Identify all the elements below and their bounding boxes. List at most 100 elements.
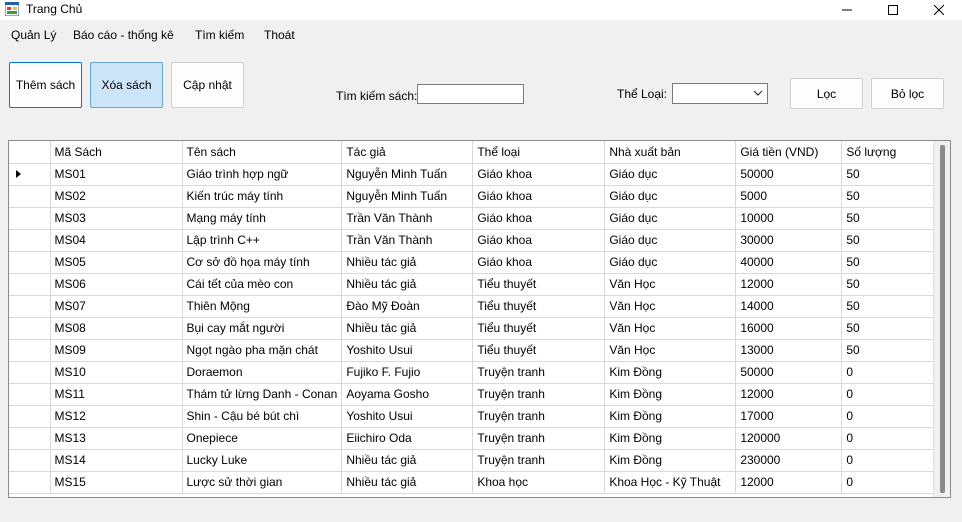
table-cell[interactable]: Kiến trúc máy tính — [182, 185, 343, 208]
table-cell[interactable]: Kim Đồng — [604, 427, 737, 450]
column-header-tac-gia[interactable]: Tác giả — [341, 141, 474, 164]
table-row[interactable]: MS12 Shin - Cậu bé bút chì Yoshito Usui Tru… — [9, 405, 936, 428]
row-header[interactable] — [9, 383, 51, 406]
table-cell[interactable]: Giáo khoa — [472, 229, 606, 252]
scrollbar-thumb[interactable] — [940, 145, 945, 493]
title-bar[interactable]: Trang Chủ — [0, 0, 962, 20]
menu-quan-ly[interactable]: Quản Lý — [11, 28, 56, 42]
table-cell[interactable]: Nhiều tác giả — [341, 273, 474, 296]
table-cell[interactable]: Truyện tranh — [472, 405, 606, 428]
table-cell[interactable]: Trần Văn Thành — [341, 207, 474, 230]
table-cell[interactable]: 50 — [841, 207, 936, 230]
table-cell[interactable]: MS13 — [50, 427, 183, 450]
table-cell[interactable]: 230000 — [735, 449, 843, 472]
table-cell[interactable]: Văn Học — [604, 295, 737, 318]
table-cell[interactable]: MS12 — [50, 405, 183, 428]
table-cell[interactable]: Giáo dục — [604, 207, 737, 230]
menu-tim-kiem[interactable]: Tìm kiếm — [195, 28, 244, 42]
table-cell[interactable]: 50000 — [735, 361, 843, 384]
menu-thoat[interactable]: Thoát — [264, 28, 295, 42]
table-row[interactable]: MS06 Cái tết của mèo con Nhiều tác giả Tiểu… — [9, 273, 936, 296]
table-cell[interactable]: 50 — [841, 273, 936, 296]
table-cell[interactable]: Ngọt ngào pha mặn chát — [182, 339, 343, 362]
row-header[interactable] — [9, 163, 51, 186]
column-header-the-loai[interactable]: Thể loại — [472, 141, 606, 164]
table-cell[interactable]: 10000 — [735, 207, 843, 230]
table-cell[interactable]: Giáo khoa — [472, 185, 606, 208]
table-cell[interactable]: 12000 — [735, 383, 843, 406]
row-header[interactable] — [9, 427, 51, 450]
table-cell[interactable]: Nhiều tác giả — [341, 251, 474, 274]
category-select[interactable] — [672, 83, 768, 104]
table-cell[interactable]: Lucky Luke — [182, 449, 343, 472]
table-row[interactable]: MS01 Giáo trình hợp ngữ Nguyễn Minh Tuấn Gi… — [9, 163, 936, 186]
table-cell[interactable]: 0 — [841, 361, 936, 384]
table-row[interactable]: MS04 Lập trình C++ Trần Văn Thành Giáo khoa… — [9, 229, 936, 252]
table-row[interactable]: MS08 Bụi cay mắt người Nhiều tác giả Tiểu t… — [9, 317, 936, 340]
table-cell[interactable]: Cơ sở đồ họa máy tính — [182, 251, 343, 274]
table-cell[interactable]: MS09 — [50, 339, 183, 362]
column-header-ma-sach[interactable]: Mã Sách — [50, 141, 183, 164]
table-cell[interactable]: 12000 — [735, 273, 843, 296]
table-cell[interactable]: Tiểu thuyết — [472, 339, 606, 362]
column-header-nha-xuat-ban[interactable]: Nhà xuất bản — [604, 141, 737, 164]
row-header[interactable] — [9, 339, 51, 362]
table-cell[interactable]: Truyện tranh — [472, 449, 606, 472]
table-cell[interactable]: 50 — [841, 339, 936, 362]
table-cell[interactable]: Mạng máy tính — [182, 207, 343, 230]
table-cell[interactable]: 0 — [841, 427, 936, 450]
table-cell[interactable]: 13000 — [735, 339, 843, 362]
table-row[interactable]: MS02 Kiến trúc máy tính Nguyễn Minh Tuấn Gi… — [9, 185, 936, 208]
table-cell[interactable]: Nguyễn Minh Tuấn — [341, 163, 474, 186]
table-cell[interactable]: 50 — [841, 163, 936, 186]
books-data-grid[interactable]: Mã Sách Tên sách Tác giả Thể loại Nhà xu… — [8, 140, 951, 498]
table-cell[interactable]: MS15 — [50, 471, 183, 494]
table-cell[interactable]: MS07 — [50, 295, 183, 318]
table-cell[interactable]: 0 — [841, 449, 936, 472]
table-cell[interactable]: 50 — [841, 251, 936, 274]
table-cell[interactable]: Văn Học — [604, 273, 737, 296]
table-cell[interactable]: MS11 — [50, 383, 183, 406]
search-input[interactable] — [417, 84, 524, 104]
column-header-ten-sach[interactable]: Tên sách — [182, 141, 343, 164]
table-cell[interactable]: Giáo khoa — [472, 163, 606, 186]
table-cell[interactable]: Trần Văn Thành — [341, 229, 474, 252]
table-cell[interactable]: 0 — [841, 471, 936, 494]
table-cell[interactable]: Giáo dục — [604, 163, 737, 186]
table-cell[interactable]: Tiểu thuyết — [472, 295, 606, 318]
table-row[interactable]: MS03 Mạng máy tính Trần Văn Thành Giáo khoa… — [9, 207, 936, 230]
table-cell[interactable]: Nhiều tác giả — [341, 471, 474, 494]
table-row[interactable]: MS13 Onepiece Eiichiro Oda Truyện tranh Kim … — [9, 427, 936, 450]
table-cell[interactable]: Thám tử lừng Danh - Conan — [182, 383, 343, 406]
row-header[interactable] — [9, 471, 51, 494]
table-row[interactable]: MS07 Thiên Mộng Đào Mỹ Đoàn Tiểu thuyết Văn … — [9, 295, 936, 318]
table-cell[interactable]: Tiểu thuyết — [472, 317, 606, 340]
table-cell[interactable]: Khoa học — [472, 471, 606, 494]
table-cell[interactable]: Nhiều tác giả — [341, 449, 474, 472]
table-cell[interactable]: 30000 — [735, 229, 843, 252]
table-row[interactable]: MS11 Thám tử lừng Danh - Conan Aoyama Gosh… — [9, 383, 936, 406]
table-cell[interactable]: Shin - Cậu bé bút chì — [182, 405, 343, 428]
close-button[interactable] — [916, 0, 962, 20]
table-cell[interactable]: 50 — [841, 295, 936, 318]
table-cell[interactable]: MS04 — [50, 229, 183, 252]
table-cell[interactable]: MS10 — [50, 361, 183, 384]
table-cell[interactable]: Giáo dục — [604, 229, 737, 252]
row-header[interactable] — [9, 185, 51, 208]
row-header[interactable] — [9, 361, 51, 384]
table-cell[interactable]: Yoshito Usui — [341, 405, 474, 428]
table-cell[interactable]: Giáo khoa — [472, 251, 606, 274]
clear-filter-button[interactable]: Bỏ lọc — [871, 78, 944, 109]
table-cell[interactable]: 16000 — [735, 317, 843, 340]
filter-button[interactable]: Lọc — [790, 78, 863, 109]
row-header[interactable] — [9, 317, 51, 340]
table-row[interactable]: MS10 Doraemon Fujiko F. Fujio Truyện tranh K… — [9, 361, 936, 384]
table-cell[interactable]: Onepiece — [182, 427, 343, 450]
table-cell[interactable]: Kim Đồng — [604, 361, 737, 384]
column-header-so-luong[interactable]: Số lượng — [841, 141, 936, 164]
table-cell[interactable]: Truyện tranh — [472, 361, 606, 384]
table-cell[interactable]: Nhiều tác giả — [341, 317, 474, 340]
table-cell[interactable]: Fujiko F. Fujio — [341, 361, 474, 384]
table-cell[interactable]: MS06 — [50, 273, 183, 296]
table-cell[interactable]: Văn Học — [604, 317, 737, 340]
